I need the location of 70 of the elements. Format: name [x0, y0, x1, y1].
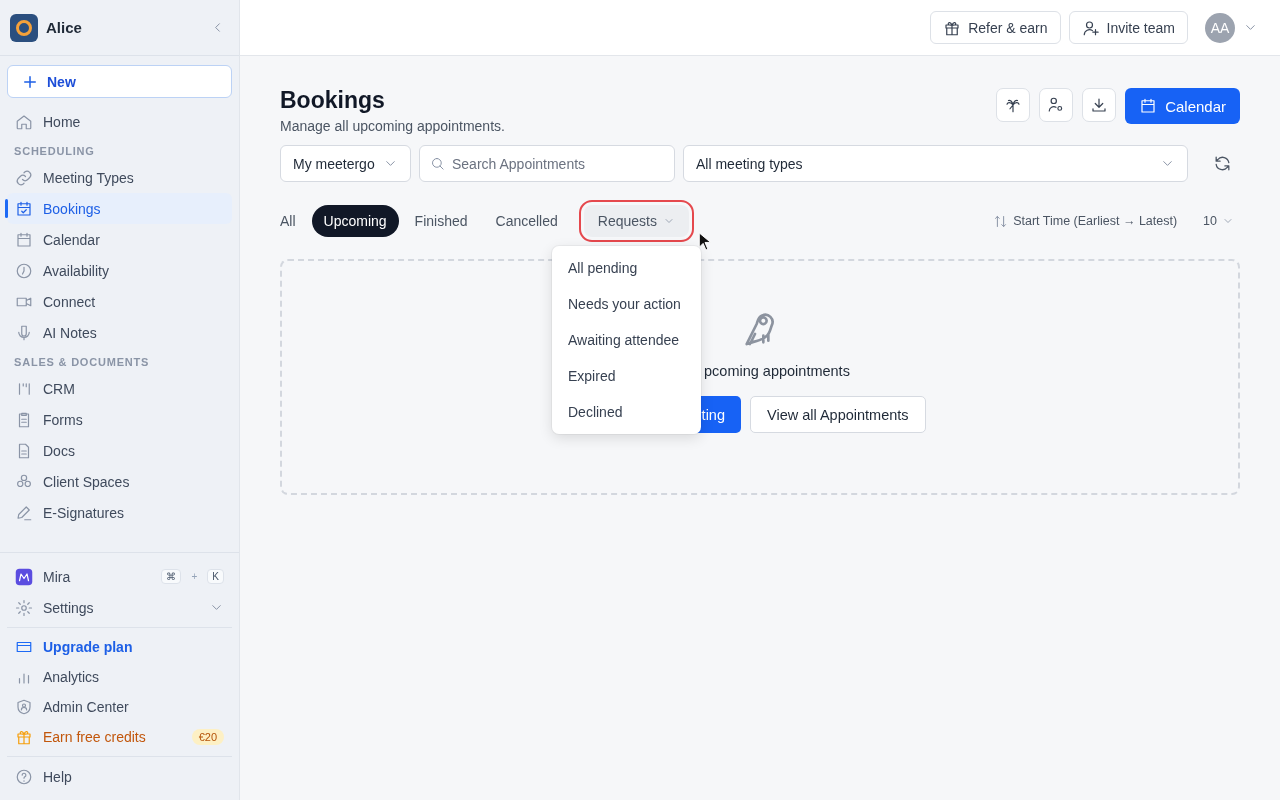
sidebar-item[interactable]: Admin Center: [7, 692, 232, 722]
calendar-icon: [15, 230, 33, 249]
page-title: Bookings: [280, 87, 386, 114]
section-label: SCHEDULING: [13, 144, 96, 159]
plus-sign: +: [191, 571, 198, 582]
keycap: K: [207, 569, 224, 584]
menu-item[interactable]: Needs your action: [552, 286, 701, 322]
search-icon: [430, 156, 445, 171]
menu-item[interactable]: Expired: [552, 358, 701, 394]
header-button[interactable]: Invite team: [1068, 11, 1188, 44]
new-button[interactable]: New: [7, 65, 232, 98]
sidebar-item[interactable]: Bookings: [7, 193, 232, 224]
owner-select[interactable]: My meetergo: [280, 145, 411, 182]
sidebar-item[interactable]: Docs: [7, 435, 232, 466]
download-button[interactable]: [1082, 88, 1117, 122]
meeting-type-select[interactable]: All meeting types: [683, 145, 1188, 182]
menu-item[interactable]: Declined: [552, 394, 701, 430]
menu-item[interactable]: All pending: [552, 250, 701, 286]
gift-icon: [15, 728, 33, 746]
upgrade-link[interactable]: Upgrade plan: [7, 632, 232, 662]
pen-icon: [15, 503, 33, 522]
sidebar-item[interactable]: Earn free credits €20: [7, 722, 232, 752]
filter-tab[interactable]: Finished: [402, 205, 480, 237]
settings-icon: [15, 598, 33, 617]
sort-icon: [993, 213, 1009, 229]
page-size-select[interactable]: 10: [1197, 214, 1240, 228]
sidebar-item[interactable]: CRM: [7, 373, 232, 404]
filter-tab[interactable]: Cancelled: [483, 205, 570, 237]
section-label: SALES & DOCUMENTS: [13, 355, 151, 370]
link-icon: [15, 168, 33, 187]
microphone-icon: [15, 323, 33, 342]
credit-badge: €20: [191, 729, 224, 745]
sidebar-item[interactable]: Availability: [7, 255, 232, 286]
view-all-button[interactable]: View all Appointments: [750, 396, 926, 433]
sort-button[interactable]: Start Time (Earliest → Latest): [987, 213, 1184, 229]
page-subtitle: Manage all upcoming appointments.: [280, 118, 505, 134]
search-field[interactable]: Search Appointments: [419, 145, 675, 182]
download-icon: [1090, 96, 1109, 114]
clock-icon: [15, 261, 33, 280]
calendar-button[interactable]: Calendar: [1125, 88, 1240, 124]
sidebar-item[interactable]: Home: [7, 106, 232, 137]
calendar-icon: [1139, 97, 1158, 115]
user-settings-button[interactable]: [1039, 88, 1074, 122]
mouse-cursor-icon: [698, 232, 712, 251]
sidebar-item[interactable]: E-Signatures: [7, 497, 232, 528]
sidebar-item[interactable]: Connect: [7, 286, 232, 317]
shield-user-icon: [15, 698, 33, 716]
settings-item[interactable]: Settings: [7, 592, 232, 623]
help-item[interactable]: Help: [7, 761, 232, 792]
menu-item[interactable]: Awaiting attendee: [552, 322, 701, 358]
keycap: ⌘: [161, 569, 182, 584]
sidebar-item[interactable]: Analytics: [7, 662, 232, 692]
logo-icon: [10, 13, 38, 42]
refresh-icon[interactable]: [1213, 154, 1232, 173]
assistant-item[interactable]: Mira ⌘ + K: [7, 561, 232, 592]
header-button[interactable]: Refer & earn: [930, 11, 1061, 44]
filter-tab[interactable]: Upcoming: [311, 205, 399, 237]
sidebar-item[interactable]: Meeting Types: [7, 162, 232, 193]
sidebar-item[interactable]: AI Notes: [7, 317, 232, 348]
sidebar-item[interactable]: Calendar: [7, 224, 232, 255]
sidebar-item[interactable]: Forms: [7, 404, 232, 435]
palm-tree-button[interactable]: [996, 88, 1031, 122]
calendar-check-icon: [15, 199, 33, 218]
empty-message: pcoming appointments: [704, 363, 850, 379]
help-icon: [15, 767, 33, 786]
assistant-logo-icon: [15, 567, 33, 586]
sidebar-item[interactable]: Client Spaces: [7, 466, 232, 497]
user-plus-icon: [1081, 18, 1100, 37]
workspace-name: Alice: [46, 19, 83, 36]
filter-tab[interactable]: All: [280, 205, 308, 237]
